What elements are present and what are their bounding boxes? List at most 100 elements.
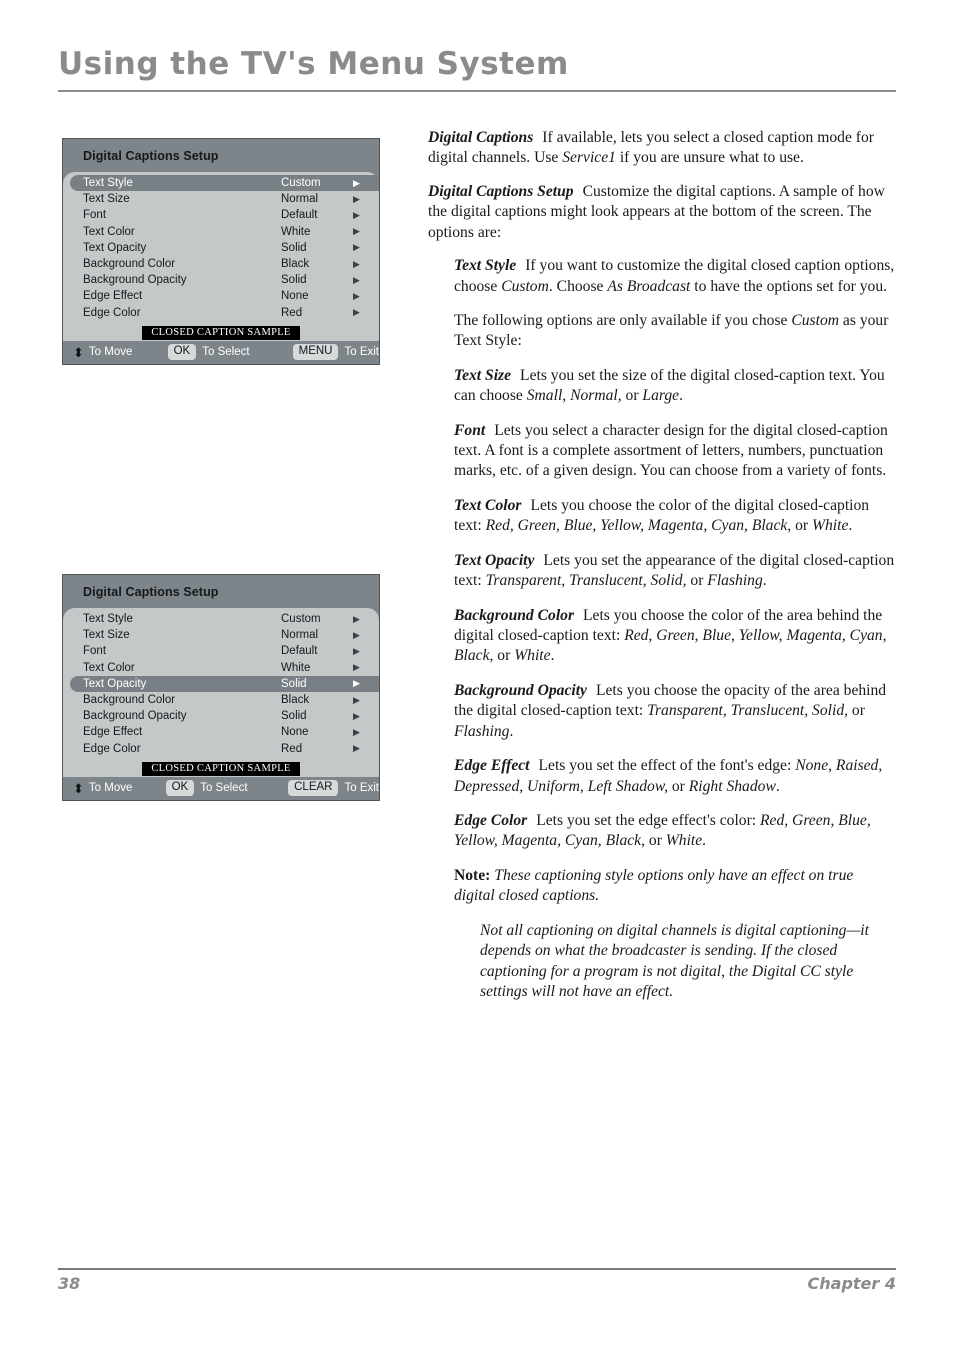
paragraph-digital-captions: Digital Captions If available, lets you s…: [428, 129, 874, 167]
ok-key-button[interactable]: OK: [165, 780, 195, 797]
tv-menu-row-value: Default: [281, 209, 318, 222]
tv-menu-row[interactable]: Edge Color Red ▶: [63, 305, 379, 321]
hint-move-label: To Move: [88, 782, 133, 795]
tv-menu-row-value: Red: [281, 306, 303, 319]
term-text-opacity: Text Opacity: [454, 551, 535, 569]
exit-key-button[interactable]: MENU: [292, 344, 339, 361]
tv-menu-row-label: Text Style: [83, 177, 133, 190]
term-text-color: Text Color: [454, 496, 522, 514]
tv-menu-row-label: Text Color: [83, 225, 135, 238]
tv-menu-row-label: Text Style: [83, 613, 133, 626]
tv-menu-row[interactable]: Text Size Normal ▶: [63, 191, 379, 207]
tv-menu-row-value: Black: [281, 694, 310, 707]
tv-menu-row-value: None: [281, 726, 309, 739]
tv-menu-row-value: Normal: [281, 193, 319, 206]
tv-menu-panel: Digital Captions Setup Text Style Custom ▶ T…: [62, 574, 380, 801]
tv-menu-title: Digital Captions Setup: [83, 149, 219, 163]
tv-menu-title: Digital Captions Setup: [83, 585, 219, 599]
tv-menu-row-label: Edge Effect: [83, 290, 143, 303]
tv-menu-row[interactable]: Edge Color Red ▶: [63, 741, 379, 757]
term-digital-captions-setup: Digital Captions Setup: [428, 182, 574, 200]
paragraph-custom-note: The following options are only available…: [454, 311, 889, 350]
closed-caption-sample-text: CLOSED CAPTION SAMPLE: [142, 325, 300, 340]
closed-caption-sample-area: CLOSED CAPTION SAMPLE: [63, 757, 379, 777]
paragraph-text-size: Text Size Lets you set the size of the di…: [454, 366, 885, 405]
right-triangle-icon: ▶: [353, 258, 360, 269]
tv-menu-hint-bar: ⬍ To Move OK To Select CLEAR To Exit: [63, 777, 379, 800]
paragraph-text-opacity: Text Opacity Lets you set the appearance …: [454, 551, 895, 590]
hint-select: OK To Select: [167, 344, 250, 361]
tv-menu-row[interactable]: Text Opacity Solid ▶: [63, 240, 379, 256]
tv-menu-row[interactable]: Text Size Normal ▶: [63, 627, 379, 643]
hint-exit: MENU To Exit: [292, 344, 379, 361]
tv-menu-row-label: Edge Color: [83, 742, 141, 755]
right-triangle-icon: ▶: [353, 694, 360, 705]
term-note: Note:: [454, 866, 491, 884]
title-divider: [58, 90, 896, 92]
tv-menu-row[interactable]: Font Default ▶: [63, 207, 379, 223]
hint-exit: CLEAR To Exit: [288, 780, 379, 797]
paragraph-digital-captions-setup: Digital Captions Setup Customize the digi…: [428, 182, 885, 241]
tv-menu-row-label: Text Size: [83, 629, 130, 642]
closed-caption-sample-area: CLOSED CAPTION SAMPLE: [63, 321, 379, 341]
paragraph-note-detail: Not all captioning on digital channels i…: [480, 921, 869, 1000]
hint-move: ⬍ To Move: [73, 782, 132, 795]
tv-menu-option-list: Text Style Custom ▶ Text Size Normal ▶ Font Def…: [63, 172, 379, 341]
tv-menu-row-value: Solid: [281, 710, 307, 723]
tv-menu-row[interactable]: Text Color White ▶: [63, 660, 379, 676]
tv-menu-row[interactable]: Text Style Custom ▶: [70, 175, 379, 192]
term-background-color: Background Color: [454, 606, 575, 624]
tv-menu-row-label: Edge Color: [83, 306, 141, 319]
tv-menu-panel: Digital Captions Setup Text Style Custom ▶ T…: [62, 138, 380, 365]
tv-menu-row-label: Background Color: [83, 694, 176, 707]
hint-move-label: To Move: [88, 346, 133, 359]
tv-menu-row-value: Custom: [281, 613, 321, 626]
tv-menu-row-value: White: [281, 661, 311, 674]
up-down-arrow-icon: ⬍: [73, 344, 84, 360]
page-title: Using the TV's Menu System: [58, 46, 569, 82]
tv-menu-row-label: Text Opacity: [83, 677, 147, 690]
tv-menu-row[interactable]: Background Opacity Solid ▶: [63, 708, 379, 724]
tv-menu-row[interactable]: Text Opacity Solid ▶: [70, 675, 379, 692]
footer-chapter: Chapter 4: [807, 1274, 896, 1293]
right-triangle-icon: ▶: [353, 678, 360, 689]
hint-select-label: To Select: [202, 346, 250, 359]
paragraph-background-opacity: Background Opacity Lets you choose the op…: [454, 681, 887, 740]
tv-menu-row[interactable]: Font Default ▶: [63, 643, 379, 659]
tv-menu-row[interactable]: Text Color White ▶: [63, 224, 379, 240]
tv-menu-row-label: Background Color: [83, 258, 176, 271]
tv-menu-row[interactable]: Edge Effect None ▶: [63, 724, 379, 740]
hint-exit-label: To Exit: [344, 782, 379, 795]
tv-menu-row-value: Black: [281, 258, 310, 271]
tv-menu-row[interactable]: Background Color Black ▶: [63, 256, 379, 272]
tv-menu-hint-bar: ⬍ To Move OK To Select MENU To Exit: [63, 341, 379, 364]
paragraph-font: Font Lets you select a character design f…: [454, 421, 888, 480]
tv-menu-row-value: Custom: [281, 177, 321, 190]
hint-select: OK To Select: [165, 780, 248, 797]
exit-key-button[interactable]: CLEAR: [288, 780, 339, 797]
tv-menu-row-label: Text Opacity: [83, 241, 147, 254]
hint-move: ⬍ To Move: [73, 346, 132, 359]
tv-menu-row-value: Normal: [281, 629, 319, 642]
tv-menu-row-value: Red: [281, 742, 303, 755]
tv-menu-row[interactable]: Background Opacity Solid ▶: [63, 272, 379, 288]
tv-menu-row[interactable]: Edge Effect None ▶: [63, 288, 379, 304]
term-background-opacity: Background Opacity: [454, 681, 587, 699]
tv-menu-row[interactable]: Background Color Black ▶: [63, 692, 379, 708]
footer-page-number: 38: [58, 1274, 81, 1293]
paragraph-note: Note: These captioning style options onl…: [454, 866, 854, 905]
term-edge-color: Edge Color: [454, 811, 528, 829]
tv-menu-row-label: Background Opacity: [83, 274, 187, 287]
ok-key-button[interactable]: OK: [167, 344, 197, 361]
right-triangle-icon: ▶: [353, 662, 360, 673]
right-triangle-icon: ▶: [353, 743, 360, 754]
right-triangle-icon: ▶: [353, 710, 360, 721]
right-triangle-icon: ▶: [353, 613, 360, 624]
tv-menu-row-label: Edge Effect: [83, 726, 143, 739]
hint-select-label: To Select: [200, 782, 248, 795]
tv-menu-row-label: Text Color: [83, 661, 135, 674]
term-text-style: Text Style: [454, 257, 517, 275]
tv-menu-row[interactable]: Text Style Custom ▶: [63, 611, 379, 627]
tv-menu-row-label: Text Size: [83, 193, 130, 206]
up-down-arrow-icon: ⬍: [73, 780, 84, 796]
